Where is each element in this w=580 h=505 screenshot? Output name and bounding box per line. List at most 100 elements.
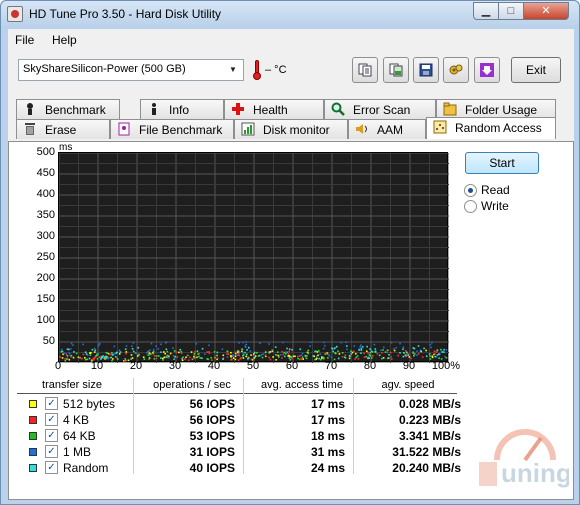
menu-file[interactable]: File xyxy=(15,33,34,47)
data-point xyxy=(155,345,157,347)
series-checkbox[interactable]: ✓ xyxy=(45,461,58,474)
minimize-button[interactable]: ▁ xyxy=(473,2,499,20)
tab-aam[interactable]: AAM xyxy=(348,119,426,139)
series-checkbox[interactable]: ✓ xyxy=(45,413,58,426)
data-point xyxy=(370,350,373,353)
data-point xyxy=(360,349,363,351)
data-point xyxy=(386,349,389,351)
options-button[interactable] xyxy=(443,57,469,83)
data-point xyxy=(399,342,401,345)
data-point xyxy=(160,351,162,353)
data-point xyxy=(264,351,267,354)
data-point xyxy=(153,355,156,357)
tab-erase[interactable]: Erase xyxy=(16,119,110,139)
table-row: ✓ Random 40 IOPS 24 ms 20.240 MB/s xyxy=(17,460,461,476)
series-checkbox[interactable]: ✓ xyxy=(45,445,58,458)
data-point xyxy=(383,346,385,349)
data-point xyxy=(155,357,158,360)
operations-cell: 53 IOPS xyxy=(189,429,235,443)
maximize-button[interactable]: □ xyxy=(498,2,524,20)
exit-button[interactable]: Exit xyxy=(511,57,561,83)
data-point xyxy=(425,349,427,352)
data-point xyxy=(66,354,69,357)
data-point xyxy=(305,357,308,360)
data-point xyxy=(131,348,134,350)
download-button[interactable] xyxy=(474,57,500,83)
data-point xyxy=(355,352,357,355)
data-point xyxy=(341,356,344,358)
tab-health[interactable]: Health xyxy=(224,99,324,119)
folder-usage-icon xyxy=(443,102,457,116)
start-button[interactable]: Start xyxy=(465,152,539,174)
data-point xyxy=(152,348,155,351)
close-button[interactable]: ✕ xyxy=(523,2,569,20)
data-point xyxy=(395,347,397,349)
drive-select[interactable]: SkyShareSilicon-Power (500 GB) ▼ xyxy=(18,59,244,81)
data-point xyxy=(63,352,66,355)
data-point xyxy=(208,344,210,347)
data-point xyxy=(322,347,325,350)
tab-disk-monitor[interactable]: Disk monitor xyxy=(234,119,348,139)
data-point xyxy=(316,357,318,360)
col-transfer-size: transfer size xyxy=(42,379,102,391)
copy-screenshot-button[interactable] xyxy=(383,57,409,83)
data-point xyxy=(288,354,290,357)
data-point xyxy=(277,354,280,357)
transfer-size-cell: 512 bytes xyxy=(63,397,116,411)
data-point xyxy=(363,356,366,358)
copy-screenshot-icon xyxy=(389,63,403,77)
data-point xyxy=(98,342,101,345)
read-radio-dot[interactable] xyxy=(464,184,477,197)
data-point xyxy=(285,351,287,353)
tab-error-scan[interactable]: Error Scan xyxy=(324,99,436,119)
write-radio-dot[interactable] xyxy=(464,200,477,213)
data-point xyxy=(416,354,418,356)
data-point xyxy=(353,350,355,353)
data-point xyxy=(405,351,408,354)
data-point xyxy=(369,348,371,350)
tab-benchmark[interactable]: Benchmark xyxy=(16,99,120,119)
data-point xyxy=(245,341,247,343)
data-point xyxy=(238,353,240,355)
data-point xyxy=(281,357,283,359)
data-point xyxy=(246,353,248,356)
data-point xyxy=(142,356,145,358)
data-point xyxy=(195,343,198,345)
file-benchmark-icon xyxy=(118,122,130,136)
data-point xyxy=(190,351,193,353)
data-point xyxy=(238,342,240,344)
data-point xyxy=(96,352,98,355)
data-point xyxy=(68,348,70,351)
x-tick-label: 0 xyxy=(54,360,62,372)
y-tick-label: 350 xyxy=(36,209,55,221)
menu-help[interactable]: Help xyxy=(52,33,77,47)
tab-info[interactable]: Info xyxy=(140,99,224,119)
data-point xyxy=(249,350,252,352)
y-tick-label: 450 xyxy=(36,167,55,179)
data-point xyxy=(284,352,287,355)
write-radio-label: Write xyxy=(481,199,509,213)
data-point xyxy=(390,358,393,360)
tab-random-access[interactable]: Random Access xyxy=(426,117,556,139)
series-checkbox[interactable]: ✓ xyxy=(45,429,58,442)
data-point xyxy=(368,357,370,359)
data-point xyxy=(431,341,433,344)
data-point xyxy=(301,356,304,359)
save-button[interactable] xyxy=(413,57,439,83)
y-tick-label: 150 xyxy=(36,293,55,305)
y-tick-label: 250 xyxy=(36,251,55,263)
copy-text-button[interactable] xyxy=(352,57,378,83)
title-bar[interactable]: HD Tune Pro 3.50 - Hard Disk Utility ▁ □… xyxy=(1,1,579,27)
series-checkbox[interactable]: ✓ xyxy=(45,397,58,410)
tab-file-benchmark[interactable]: File Benchmark xyxy=(110,119,234,139)
data-point xyxy=(381,351,383,354)
data-point xyxy=(321,356,324,358)
data-point xyxy=(103,356,106,358)
data-point xyxy=(84,351,87,353)
data-point xyxy=(327,357,329,359)
tab-folder-usage[interactable]: Folder Usage xyxy=(436,99,556,119)
data-point xyxy=(399,352,401,354)
data-point xyxy=(132,350,135,353)
data-point xyxy=(241,350,243,353)
data-point xyxy=(365,355,368,358)
